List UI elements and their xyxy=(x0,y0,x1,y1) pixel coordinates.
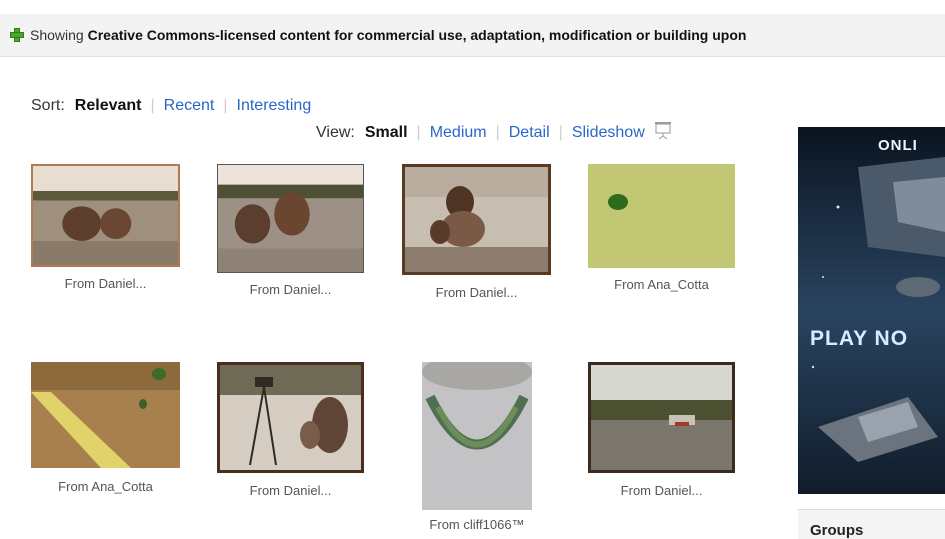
photo-image xyxy=(31,362,180,468)
photo-caption[interactable]: From cliff1066™ xyxy=(402,517,552,532)
sort-option-recent[interactable]: Recent xyxy=(164,97,215,114)
photo-caption[interactable]: From Daniel... xyxy=(197,483,384,498)
photo-caption[interactable]: From Daniel... xyxy=(382,285,571,300)
photo-image xyxy=(405,167,548,272)
separator: | xyxy=(558,124,563,141)
view-label: View: xyxy=(316,124,355,141)
ad-play-text: PLAY NO xyxy=(810,327,909,350)
photo-thumbnail[interactable]: From Daniel... xyxy=(402,164,551,300)
photo-image xyxy=(422,362,532,510)
ad-headline: ONLI xyxy=(878,137,918,154)
photo-caption[interactable]: From Daniel... xyxy=(11,276,200,291)
photo-thumbnail[interactable]: From Daniel... xyxy=(31,164,180,291)
cc-notice-bar: Showing Creative Commons-licensed conten… xyxy=(0,14,945,57)
view-option-detail[interactable]: Detail xyxy=(509,124,550,141)
view-option-slideshow[interactable]: Slideshow xyxy=(572,124,645,141)
view-option-medium[interactable]: Medium xyxy=(430,124,487,141)
photo-caption[interactable]: From Ana_Cotta xyxy=(11,479,200,494)
photo-thumbnail[interactable]: From Daniel... xyxy=(588,362,735,498)
photo-caption[interactable]: From Daniel... xyxy=(197,282,384,297)
notice-bold-text: Creative Commons-licensed content for co… xyxy=(87,27,747,43)
view-bar: View: Small | Medium | Detail | Slideshow xyxy=(316,120,673,142)
sort-label: Sort: xyxy=(31,97,65,114)
photo-image xyxy=(220,365,361,470)
separator: | xyxy=(495,124,500,141)
sort-option-relevant[interactable]: Relevant xyxy=(75,97,142,114)
projector-icon[interactable] xyxy=(653,120,673,140)
photo-image xyxy=(591,365,732,470)
plus-icon xyxy=(10,28,24,42)
photo-thumbnail[interactable]: From Ana_Cotta xyxy=(588,164,735,292)
photo-image xyxy=(218,165,363,272)
photo-thumbnail[interactable]: From Daniel... xyxy=(217,362,364,498)
groups-heading: Groups xyxy=(798,509,945,539)
view-option-small[interactable]: Small xyxy=(365,124,408,141)
sort-bar: Sort: Relevant | Recent | Interesting xyxy=(31,97,311,115)
photo-caption[interactable]: From Daniel... xyxy=(568,483,755,498)
photo-thumbnail[interactable]: From Ana_Cotta xyxy=(31,362,180,494)
separator: | xyxy=(416,124,421,141)
photo-thumbnail[interactable]: From cliff1066™ xyxy=(422,362,532,532)
separator: | xyxy=(150,97,155,114)
photo-thumbnail[interactable]: From Daniel... xyxy=(217,164,364,297)
ad-artwork xyxy=(798,127,945,494)
game-advertisement[interactable]: ONLI PLAY NO xyxy=(798,127,945,494)
notice-prefix: Showing xyxy=(30,27,84,43)
sort-option-interesting[interactable]: Interesting xyxy=(237,97,312,114)
photo-image xyxy=(588,164,735,268)
photo-caption[interactable]: From Ana_Cotta xyxy=(568,277,755,292)
separator: | xyxy=(223,97,228,114)
photo-image xyxy=(33,166,178,265)
